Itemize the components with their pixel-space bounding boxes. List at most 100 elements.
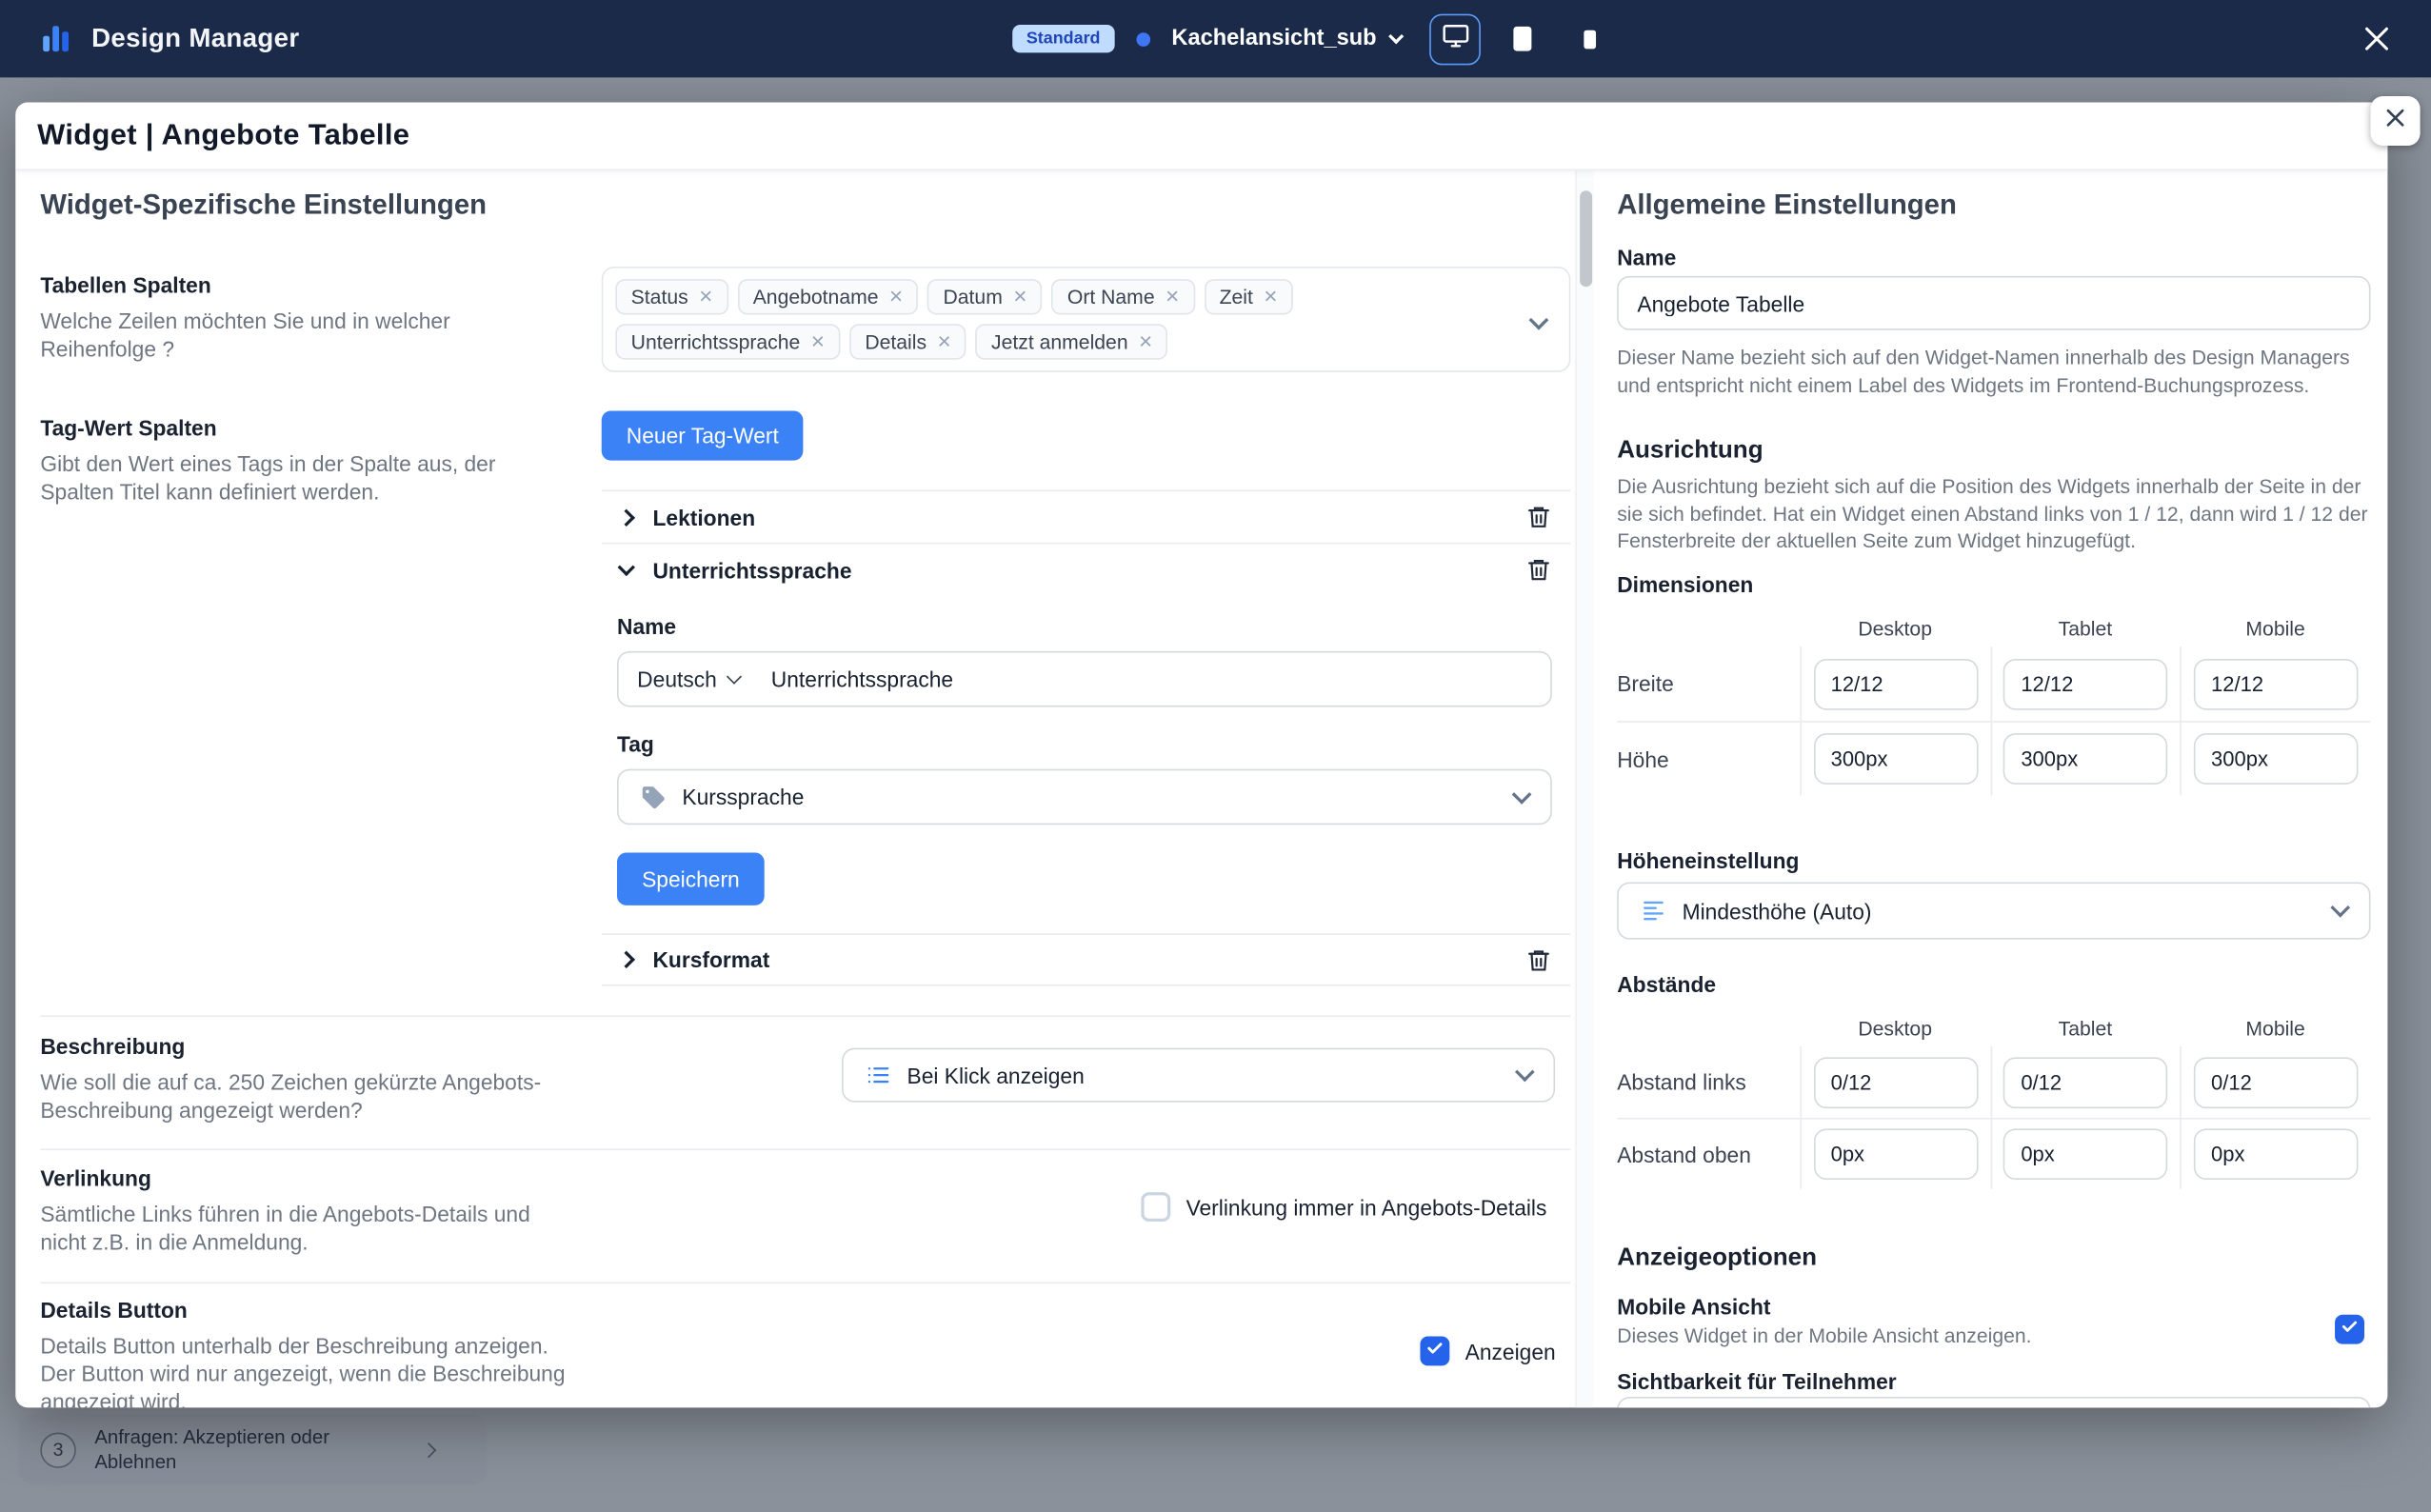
trash-icon xyxy=(1525,946,1552,973)
hoeheneinstellung-select[interactable]: Mindesthöhe (Auto) xyxy=(1617,882,2370,939)
breite-tablet-input[interactable] xyxy=(2003,658,2168,709)
sichtbarkeit-label: Sichtbarkeit für Teilnehmer xyxy=(1617,1369,1896,1394)
hoehe-mobile-input[interactable] xyxy=(2194,733,2359,785)
chevron-down-icon xyxy=(2330,898,2350,918)
anzeigen-checkbox[interactable] xyxy=(1420,1336,1449,1365)
chip-remove-icon[interactable]: × xyxy=(1166,286,1179,308)
hoehe-desktop-input[interactable] xyxy=(1814,733,1979,785)
accordion-item-unterrichtssprache[interactable]: Unterrichtssprache xyxy=(602,543,1571,595)
scrollbar-thumb[interactable] xyxy=(1580,190,1592,287)
anzeigen-option: Anzeigen xyxy=(1420,1336,1555,1365)
ausrichtung-description: Die Ausrichtung bezieht sich auf die Pos… xyxy=(1617,473,2370,555)
monitor-icon xyxy=(1440,19,1471,58)
chip-remove-icon[interactable]: × xyxy=(1264,286,1277,308)
verlinkung-option: Verlinkung immer in Angebots-Details xyxy=(1141,1192,1546,1222)
row-label-abstand-links: Abstand links xyxy=(1617,1046,1800,1118)
modal-close-button[interactable] xyxy=(2370,96,2420,146)
tag-wert-editor: Name Deutsch Tag xyxy=(602,595,1571,933)
check-icon xyxy=(2340,1316,2360,1343)
accordion-item-kursformat[interactable]: Kursformat xyxy=(602,933,1571,985)
chip-label: Ort Name xyxy=(1067,286,1155,308)
chip-remove-icon[interactable]: × xyxy=(937,330,950,353)
chevron-down-icon xyxy=(1512,784,1532,804)
topbar-close-button[interactable] xyxy=(2360,22,2394,56)
hoehe-tablet-input[interactable] xyxy=(2003,733,2168,785)
column-chips-select[interactable]: Status × Angebotname× Datum × Ort Name × Ze… xyxy=(602,267,1571,372)
widget-name-label: Name xyxy=(1617,245,1676,269)
abstand-links-mobile-input[interactable] xyxy=(2194,1057,2359,1108)
beschreibung-value: Bei Klick anzeigen xyxy=(907,1063,1084,1087)
accordion-item-lektionen[interactable]: Lektionen xyxy=(602,490,1571,543)
chip-details[interactable]: Details × xyxy=(849,324,966,359)
beschreibung-select[interactable]: Bei Klick anzeigen xyxy=(842,1048,1555,1103)
chip-unterrichtssprache[interactable]: Unterrichtssprache× xyxy=(615,324,840,359)
neuer-tag-wert-button[interactable]: Neuer Tag-Wert xyxy=(602,410,804,460)
close-icon xyxy=(2383,105,2408,137)
widget-name-input[interactable] xyxy=(1617,276,2370,330)
chip-label: Status xyxy=(631,286,688,308)
widget-specific-settings-panel: Widget-Spezifische Einstellungen Tabelle… xyxy=(15,170,1575,1407)
tablet-icon xyxy=(1507,23,1539,54)
details-button-description: Details Button unterhalb der Beschreibun… xyxy=(40,1332,586,1408)
sidebar-heading: Allgemeine Einstellungen xyxy=(1617,189,1957,222)
abstand-links-desktop-input[interactable] xyxy=(1814,1057,1979,1108)
chip-remove-icon[interactable]: × xyxy=(699,286,712,308)
tag-label: Tag xyxy=(617,732,1552,757)
anzeigen-checkbox-label: Anzeigen xyxy=(1465,1339,1556,1363)
scrollbar[interactable] xyxy=(1575,170,1594,1407)
abstand-links-tablet-input[interactable] xyxy=(2003,1057,2168,1108)
chip-datum[interactable]: Datum × xyxy=(927,279,1043,314)
verlinkung-checkbox[interactable] xyxy=(1141,1192,1170,1222)
chip-label: Zeit xyxy=(1220,286,1253,308)
chip-jetzt-anmelden[interactable]: Jetzt anmelden× xyxy=(976,324,1168,359)
view-selector[interactable]: Kachelansicht_sub xyxy=(1171,27,1401,51)
chip-remove-icon[interactable]: × xyxy=(889,286,903,308)
verlinkung-checkbox-label: Verlinkung immer in Angebots-Details xyxy=(1186,1195,1547,1220)
chip-remove-icon[interactable]: × xyxy=(1013,286,1026,308)
chevron-down-icon xyxy=(727,668,742,684)
hoeheneinstellung-value: Mindesthöhe (Auto) xyxy=(1683,899,1872,924)
language-select[interactable]: Deutsch xyxy=(619,666,756,691)
abstand-oben-desktop-input[interactable] xyxy=(1814,1128,1979,1180)
breite-desktop-input[interactable] xyxy=(1814,658,1979,709)
chip-label: Datum xyxy=(943,286,1002,308)
chevron-right-icon xyxy=(618,951,635,968)
abstand-oben-tablet-input[interactable] xyxy=(2003,1128,2168,1180)
standard-badge: Standard xyxy=(1012,25,1114,52)
device-mobile-button[interactable] xyxy=(1577,26,1604,52)
delete-button[interactable] xyxy=(1525,557,1552,584)
chip-ort-name[interactable]: Ort Name × xyxy=(1052,279,1195,314)
chip-status[interactable]: Status × xyxy=(615,279,727,314)
device-tablet-button[interactable] xyxy=(1507,23,1539,54)
tag-name-input[interactable] xyxy=(756,666,1551,691)
abstand-oben-mobile-input[interactable] xyxy=(2194,1128,2359,1180)
chip-zeit[interactable]: Zeit × xyxy=(1204,279,1293,314)
speichern-button[interactable]: Speichern xyxy=(617,853,765,905)
chip-remove-icon[interactable]: × xyxy=(811,330,825,353)
chip-angebotname[interactable]: Angebotname× xyxy=(737,279,918,314)
close-icon xyxy=(2360,35,2394,62)
accordion-item-label: Unterrichtssprache xyxy=(652,557,851,582)
delete-button[interactable] xyxy=(1525,504,1552,530)
divider xyxy=(40,1015,1570,1017)
mobile-ansicht-label: Mobile Ansicht xyxy=(1617,1295,1770,1320)
tag-wert-accordion: Lektionen Unterrichtssprache xyxy=(602,490,1571,986)
device-desktop-button[interactable] xyxy=(1429,13,1481,65)
dimensionen-label: Dimensionen xyxy=(1617,572,1753,597)
column-header-tablet: Tablet xyxy=(1990,1016,2181,1039)
modal-title: Widget | Angebote Tabelle xyxy=(37,119,409,153)
tabellen-spalten-description: Welche Zeilen möchten Sie und in welcher… xyxy=(40,307,555,363)
check-icon xyxy=(1425,1337,1445,1364)
delete-button[interactable] xyxy=(1525,946,1552,973)
chip-label: Details xyxy=(865,330,927,353)
modal-body: Widget-Spezifische Einstellungen Tabelle… xyxy=(15,170,2387,1407)
chevron-down-icon[interactable] xyxy=(1529,310,1549,330)
chip-remove-icon[interactable]: × xyxy=(1139,330,1152,353)
tag-select[interactable]: Kurssprache xyxy=(617,769,1552,826)
name-combo: Deutsch xyxy=(617,651,1552,707)
accordion-item-label: Lektionen xyxy=(652,505,755,529)
row-label-abstand-oben: Abstand oben xyxy=(1617,1120,1800,1189)
breite-mobile-input[interactable] xyxy=(2194,658,2359,709)
mobile-ansicht-checkbox[interactable] xyxy=(2335,1315,2364,1344)
sichtbarkeit-select[interactable] xyxy=(1617,1397,2370,1407)
